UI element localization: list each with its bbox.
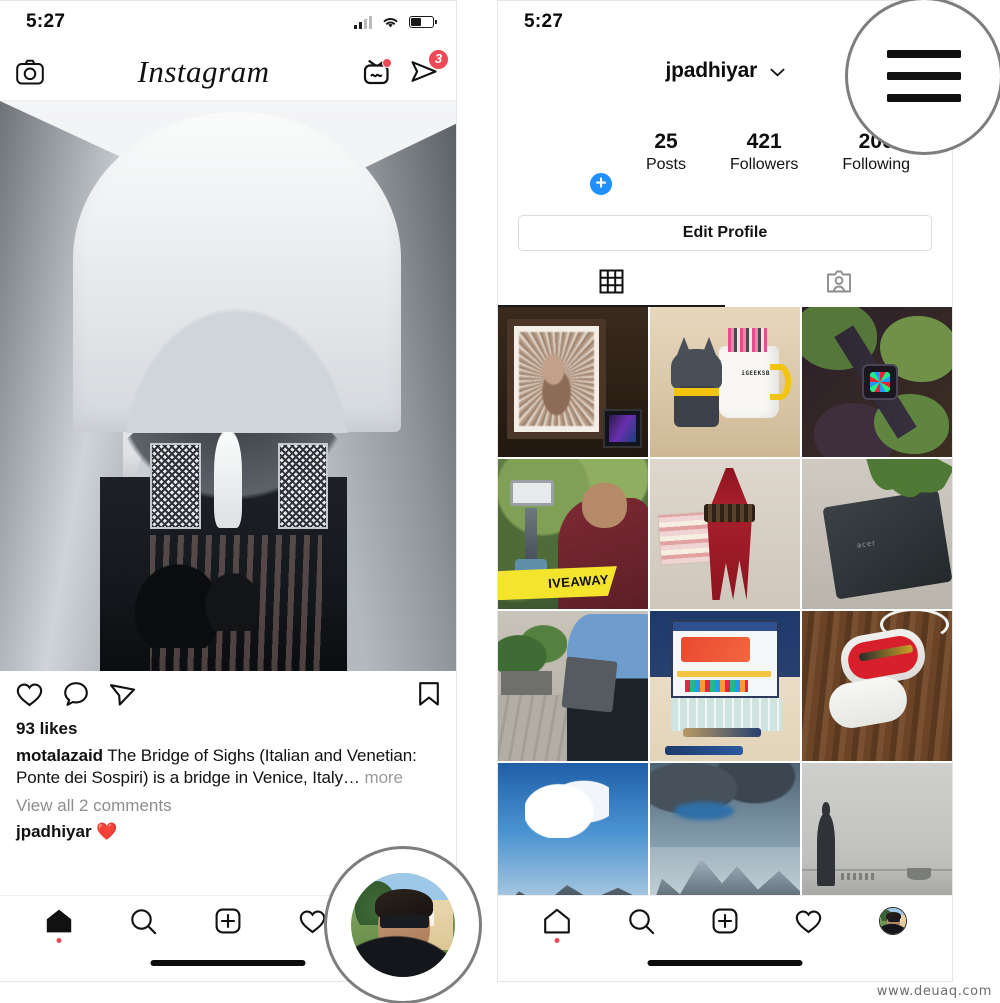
status-time: 5:27 bbox=[26, 11, 66, 32]
stat-label: Followers bbox=[729, 155, 799, 173]
profile-avatar-icon[interactable] bbox=[879, 907, 908, 935]
instagram-logo: Instagram bbox=[137, 53, 270, 89]
bottom-tab-bar-right bbox=[498, 895, 952, 981]
add-story-plus-badge[interactable]: + bbox=[588, 171, 614, 197]
post-thumb-man-at-beach[interactable] bbox=[802, 763, 952, 913]
bridge-of-sighs-venice-photo[interactable] bbox=[0, 101, 456, 671]
post-thumb-pen-gift-box[interactable] bbox=[802, 611, 952, 761]
share-paperplane-icon[interactable] bbox=[109, 682, 136, 707]
post-thumb-snow-mountain-range[interactable] bbox=[650, 763, 800, 913]
view-all-comments-link[interactable]: View all 2 comments bbox=[0, 789, 456, 816]
post-thumb-clouds-mountain[interactable] bbox=[498, 763, 648, 913]
home-notification-dot bbox=[56, 938, 62, 943]
chevron-down-icon bbox=[770, 64, 785, 82]
search-magnifier-icon[interactable] bbox=[628, 908, 655, 935]
profile-post-grid: iGEEKSB IVEAWAY bbox=[498, 307, 952, 913]
add-post-plus-icon[interactable] bbox=[712, 908, 738, 934]
post-thumb-acer-chromebook[interactable] bbox=[802, 459, 952, 609]
post-action-row bbox=[0, 671, 456, 717]
status-time: 5:27 bbox=[524, 11, 564, 32]
top-comment: jpadhiyar ❤️ bbox=[0, 816, 456, 842]
mug-brand-text: iGEEKSB bbox=[741, 370, 770, 377]
home-indicator-bar bbox=[150, 960, 306, 966]
stat-number: 421 bbox=[746, 130, 782, 154]
status-icon-group bbox=[354, 15, 437, 29]
bookmark-icon[interactable] bbox=[418, 681, 440, 707]
profile-tab-row bbox=[498, 261, 952, 307]
phone-screen-feed: 5:27 Instagram 3 93 likes motalazaid The… bbox=[0, 0, 457, 982]
post-thumb-gimbal-giveaway[interactable]: IVEAWAY bbox=[498, 459, 648, 609]
home-notification-dot bbox=[554, 938, 560, 943]
igtv-notification-dot bbox=[381, 57, 392, 68]
grid-icon bbox=[599, 269, 624, 299]
status-bar: 5:27 bbox=[0, 1, 456, 43]
home-indicator-bar bbox=[647, 960, 803, 966]
post-thumb-man-with-tablet-street[interactable] bbox=[498, 611, 648, 761]
magnified-profile-tab bbox=[324, 846, 482, 1003]
post-thumb-laptop-desk-setup[interactable] bbox=[650, 611, 800, 761]
direct-paperplane-icon[interactable]: 3 bbox=[410, 48, 449, 86]
stat-number: 25 bbox=[654, 130, 678, 154]
comment-body: ❤️ bbox=[96, 821, 118, 841]
heart-icon[interactable] bbox=[795, 909, 822, 934]
feed-header: Instagram 3 bbox=[0, 43, 456, 101]
comment-bubble-icon[interactable] bbox=[63, 681, 89, 707]
edit-profile-button[interactable]: Edit Profile bbox=[518, 215, 932, 251]
comment-author[interactable]: jpadhiyar bbox=[16, 822, 92, 841]
caption-author[interactable]: motalazaid bbox=[16, 746, 103, 765]
post-caption: motalazaid The Bridge of Sighs (Italian … bbox=[0, 739, 456, 789]
home-icon[interactable] bbox=[45, 908, 73, 943]
profile-username-switcher[interactable]: jpadhiyar bbox=[665, 59, 784, 83]
heart-icon[interactable] bbox=[16, 682, 43, 707]
camera-icon[interactable] bbox=[16, 59, 44, 85]
hamburger-menu-icon[interactable] bbox=[887, 36, 961, 116]
post-thumb-steve-jobs-mosaic[interactable] bbox=[498, 307, 648, 457]
home-icon[interactable] bbox=[543, 908, 571, 943]
tagged-person-icon bbox=[826, 269, 852, 299]
profile-avatar-icon[interactable] bbox=[351, 873, 455, 977]
stat-followers[interactable]: 421 Followers bbox=[730, 130, 798, 173]
search-magnifier-icon[interactable] bbox=[130, 908, 157, 935]
post-thumb-apple-watch-on-leaves[interactable] bbox=[802, 307, 952, 457]
battery-icon bbox=[409, 16, 437, 28]
heart-icon[interactable] bbox=[299, 909, 326, 934]
stat-label: Posts bbox=[645, 155, 686, 173]
magnified-hamburger-menu bbox=[845, 0, 1000, 155]
profile-username: jpadhiyar bbox=[665, 59, 758, 82]
feed-header-actions: 3 bbox=[363, 48, 449, 86]
wifi-icon bbox=[383, 18, 398, 28]
direct-unread-badge: 3 bbox=[427, 48, 449, 70]
igtv-icon[interactable] bbox=[363, 57, 392, 85]
likes-count[interactable]: 93 likes bbox=[0, 719, 456, 739]
screenshot-canvas: 5:27 Instagram 3 93 likes motalazaid The… bbox=[0, 0, 1000, 1003]
add-post-plus-icon[interactable] bbox=[215, 908, 241, 934]
stat-label: Following bbox=[842, 155, 910, 173]
caption-more-link[interactable]: more bbox=[365, 768, 403, 787]
tagged-tab[interactable] bbox=[725, 261, 952, 307]
post-thumb-batman-mug[interactable]: iGEEKSB bbox=[650, 307, 800, 457]
cellular-bars-icon bbox=[354, 15, 372, 29]
site-watermark: www.deuaq.com bbox=[876, 984, 992, 999]
grid-tab[interactable] bbox=[498, 261, 725, 307]
post-thumb-red-tassel[interactable] bbox=[650, 459, 800, 609]
stat-posts[interactable]: 25 Posts bbox=[646, 130, 686, 173]
profile-avatar[interactable]: + bbox=[518, 105, 614, 199]
